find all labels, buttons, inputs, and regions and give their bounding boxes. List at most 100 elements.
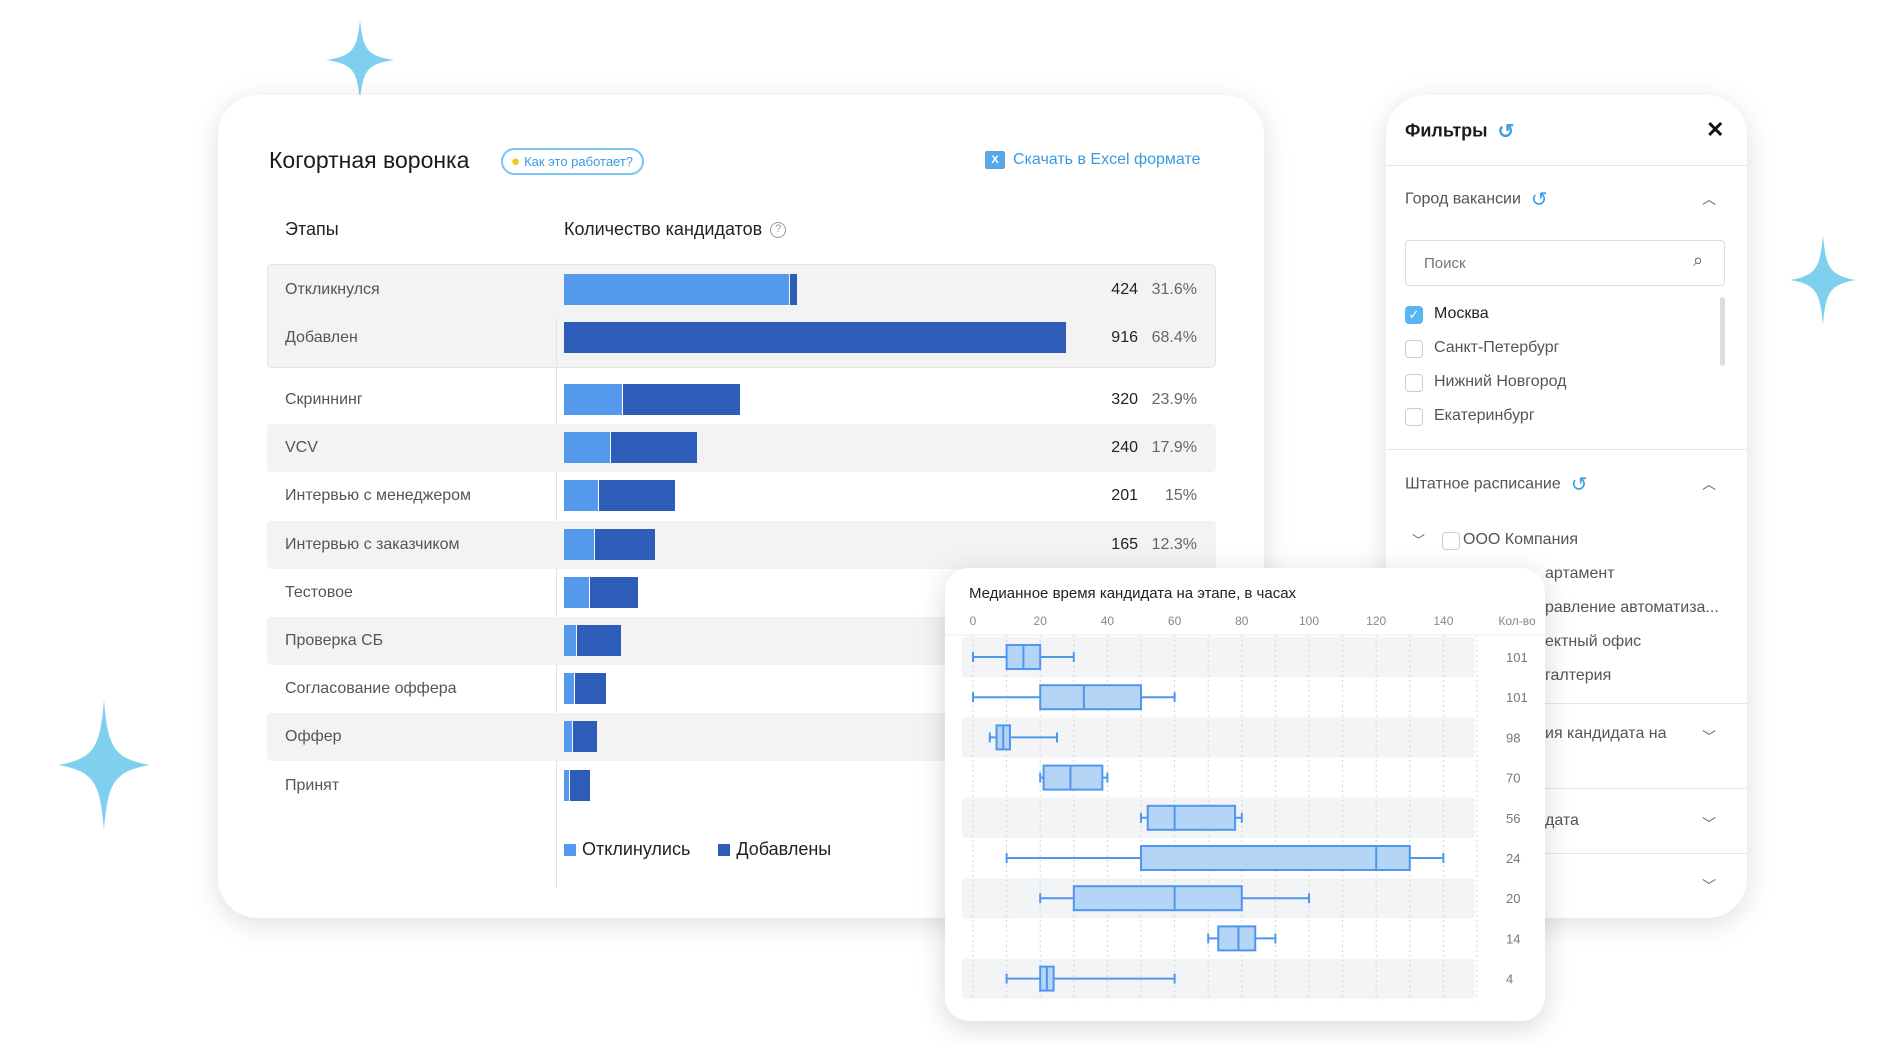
chevron-up-icon[interactable]: ︿ bbox=[1702, 189, 1716, 209]
sparkle-decoration bbox=[326, 20, 394, 100]
bar-added bbox=[789, 274, 798, 305]
legend: Отклинулись Добавлены bbox=[564, 839, 831, 860]
stage-label: Проверка СБ bbox=[285, 632, 384, 649]
sparkle-decoration bbox=[1790, 235, 1856, 325]
legend-swatch bbox=[718, 843, 731, 856]
chevron-down-icon[interactable]: ﹀ bbox=[1702, 727, 1716, 747]
box bbox=[1217, 925, 1257, 952]
help-icon[interactable]: ? bbox=[770, 222, 787, 239]
collapsed-section-title[interactable]: дата bbox=[1545, 812, 1579, 830]
how-it-works-button[interactable]: ● Как это работает? bbox=[501, 148, 645, 175]
funnel-row: Интервью с заказчиком 165 12.3% bbox=[267, 520, 1216, 569]
funnel-row: Скриннинг 320 23.9% bbox=[267, 376, 1216, 424]
city-section-title: Город вакансии bbox=[1405, 190, 1521, 208]
divider bbox=[1386, 449, 1747, 450]
legend-item-added: Добавлены bbox=[718, 839, 831, 860]
count-header-label: Количество кандидатов bbox=[564, 219, 763, 239]
funnel-row: Откликнулся 424 31.6% bbox=[267, 266, 1216, 314]
box bbox=[1042, 764, 1104, 791]
filters-title-label: Фильтры bbox=[1405, 120, 1488, 141]
bar-responded bbox=[564, 721, 573, 753]
box bbox=[1140, 845, 1411, 871]
city-option[interactable]: Москва bbox=[1434, 305, 1489, 323]
stage-label: Согласование оффера bbox=[285, 680, 457, 698]
bar-responded bbox=[564, 576, 590, 608]
tree-item[interactable]: артамент bbox=[1545, 565, 1615, 583]
city-option[interactable]: Екатеринбург bbox=[1434, 407, 1535, 425]
bar-added bbox=[564, 322, 1066, 353]
bar-added bbox=[623, 384, 741, 415]
download-excel-link[interactable]: X Скачать в Excel формате bbox=[985, 151, 1201, 169]
x-tick-label: 80 bbox=[1235, 614, 1249, 628]
count-label: 70 bbox=[1506, 771, 1520, 786]
legend-swatch bbox=[564, 843, 576, 856]
bar-responded bbox=[564, 274, 789, 305]
lightbulb-icon: ● bbox=[511, 153, 521, 170]
checkbox[interactable] bbox=[1405, 374, 1423, 392]
tree-item[interactable]: ектный офис bbox=[1545, 633, 1641, 651]
stage-label: Тестовое bbox=[285, 583, 353, 601]
stage-count: 320 bbox=[1111, 391, 1138, 408]
stage-label: Интервью с заказчиком bbox=[285, 535, 460, 553]
stage-label: Откликнулся bbox=[285, 281, 380, 298]
median-time-boxplot-card: Медианное время кандидата на этапе, в ча… bbox=[945, 568, 1545, 1021]
checkbox[interactable] bbox=[1405, 340, 1423, 358]
count-label: 101 bbox=[1506, 690, 1528, 705]
city-section-header[interactable]: Город вакансии ↺ bbox=[1405, 187, 1548, 212]
checkbox[interactable] bbox=[1405, 408, 1423, 426]
stage-label: Скриннинг bbox=[285, 391, 363, 408]
how-it-works-label: Как это работает? bbox=[524, 154, 634, 169]
checkbox[interactable]: ✓ bbox=[1405, 306, 1423, 324]
x-tick-label: 100 bbox=[1299, 614, 1319, 628]
stage-count: 165 bbox=[1111, 535, 1138, 553]
filters-title: Фильтры ↺ bbox=[1405, 119, 1514, 144]
bar-added bbox=[611, 432, 697, 464]
bar-responded bbox=[564, 528, 595, 560]
close-icon[interactable]: ✕ bbox=[1706, 117, 1724, 143]
bar-added bbox=[590, 576, 638, 608]
chevron-down-icon[interactable]: ﹀ bbox=[1702, 876, 1716, 896]
reset-icon[interactable]: ↺ bbox=[1571, 472, 1588, 497]
stage-label: Добавлен bbox=[285, 329, 358, 346]
x-tick-label: 140 bbox=[1433, 614, 1453, 628]
x-tick-label: 20 bbox=[1034, 614, 1048, 628]
reset-icon[interactable]: ↺ bbox=[1498, 119, 1515, 144]
chevron-down-icon[interactable]: ﹀ bbox=[1702, 814, 1716, 834]
stage-count: 201 bbox=[1111, 487, 1138, 505]
city-option[interactable]: Нижний Новгород bbox=[1434, 373, 1566, 391]
bar-responded bbox=[564, 673, 574, 705]
stage-label: Оффер bbox=[285, 728, 342, 746]
x-tick-label: 60 bbox=[1168, 614, 1182, 628]
count-label: 14 bbox=[1506, 931, 1520, 946]
x-tick-label: 40 bbox=[1101, 614, 1115, 628]
chevron-up-icon[interactable]: ︿ bbox=[1702, 474, 1716, 494]
funnel-row: Интервью с менеджером 201 15% bbox=[267, 472, 1216, 520]
collapsed-section-title[interactable]: ия кандидата на bbox=[1545, 725, 1667, 743]
stage-percent: 23.9% bbox=[1151, 391, 1197, 408]
count-label: 4 bbox=[1506, 972, 1513, 987]
city-option[interactable]: Санкт-Петербург bbox=[1434, 339, 1559, 357]
scrollbar[interactable] bbox=[1720, 297, 1725, 366]
checkbox[interactable] bbox=[1442, 532, 1460, 550]
bar-added bbox=[598, 480, 676, 512]
reset-icon[interactable]: ↺ bbox=[1531, 187, 1548, 212]
bar-responded bbox=[564, 432, 611, 464]
city-search-input[interactable] bbox=[1405, 240, 1725, 286]
box bbox=[1072, 885, 1243, 912]
chevron-down-icon[interactable]: ﹀ bbox=[1412, 530, 1425, 549]
stage-count: 240 bbox=[1111, 439, 1138, 457]
tree-item-root[interactable]: ООО Компания bbox=[1463, 531, 1578, 549]
tree-item[interactable]: равление автоматиза... bbox=[1545, 599, 1719, 617]
count-header: Кол-во bbox=[1498, 614, 1536, 628]
bar-added bbox=[569, 769, 591, 801]
stage-label: VCV bbox=[285, 439, 318, 457]
tree-item[interactable]: галтерия bbox=[1545, 667, 1611, 685]
legend-item-responded: Отклинулись bbox=[564, 839, 690, 860]
divider bbox=[1386, 165, 1747, 166]
stages-column-header: Этапы bbox=[285, 219, 339, 239]
box bbox=[1039, 684, 1142, 711]
bar-responded bbox=[564, 625, 577, 656]
staff-section-title: Штатное расписание bbox=[1405, 475, 1561, 493]
staff-section-header[interactable]: Штатное расписание ↺ bbox=[1405, 472, 1588, 497]
box bbox=[1146, 804, 1237, 831]
